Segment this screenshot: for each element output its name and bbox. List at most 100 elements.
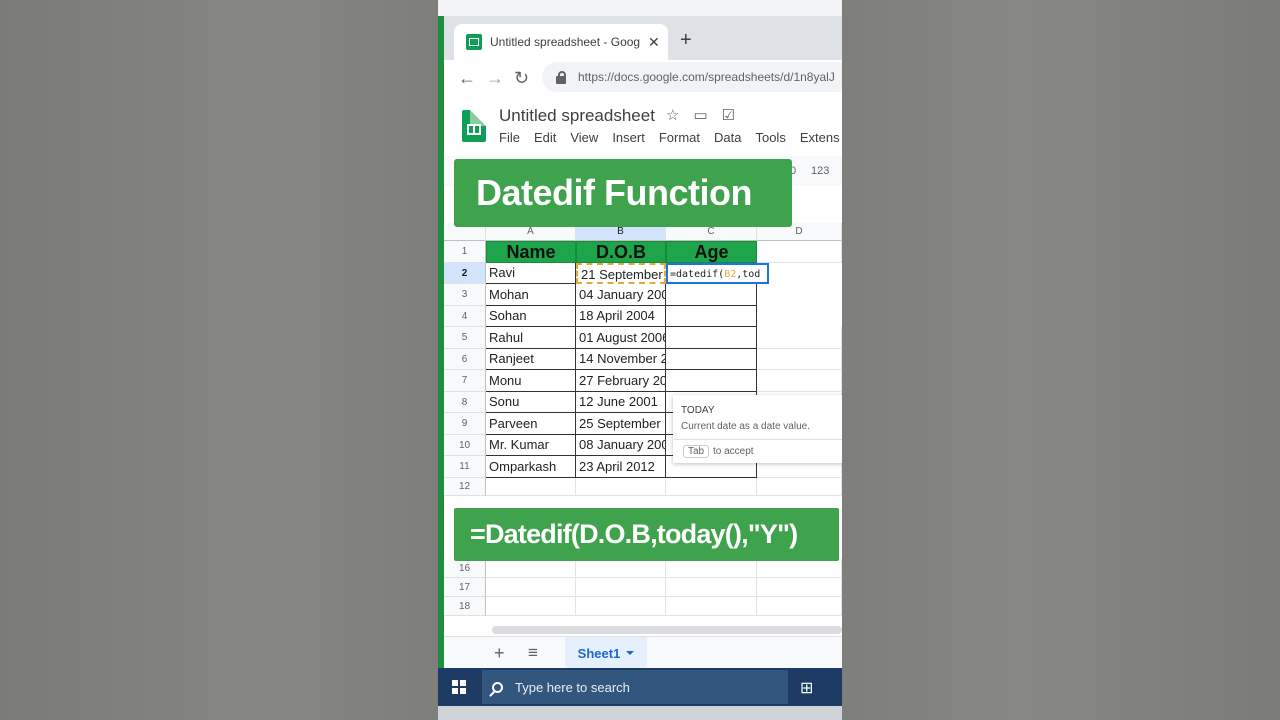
row-header[interactable]: 18 — [444, 597, 486, 616]
table-cell-name[interactable]: Rahul — [486, 327, 576, 349]
table-cell[interactable] — [486, 559, 576, 578]
formula-banner: =Datedif(D.O.B,today(),"Y") — [454, 508, 839, 561]
table-cell-age[interactable] — [666, 284, 757, 306]
reload-icon[interactable]: ↻ — [514, 66, 529, 90]
table-cell[interactable] — [757, 559, 842, 578]
row-header[interactable]: 16 — [444, 559, 486, 578]
table-cell[interactable] — [757, 578, 842, 597]
menu-insert[interactable]: Insert — [612, 130, 645, 145]
star-icon[interactable]: ☆ — [666, 106, 679, 124]
row-header[interactable]: 4 — [444, 306, 486, 327]
table-cell-dob[interactable]: 12 June 2001 — [576, 392, 666, 413]
table-cell[interactable] — [757, 478, 842, 496]
table-cell-dob[interactable]: 14 November 2 — [576, 349, 666, 370]
table-cell[interactable] — [666, 578, 757, 597]
all-sheets-button[interactable]: ≡ — [528, 643, 538, 663]
menu-format[interactable]: Format — [659, 130, 700, 145]
table-cell-dob[interactable]: 01 August 2006 — [576, 327, 666, 349]
row-header[interactable]: 6 — [444, 349, 486, 370]
row-header[interactable]: 8 — [444, 392, 486, 413]
sheet-menu-caret-icon[interactable] — [626, 651, 635, 655]
add-sheet-button[interactable]: + — [494, 643, 505, 664]
menu-file[interactable]: File — [499, 130, 520, 145]
active-cell-editor[interactable]: =datedif(B2,tod — [666, 263, 769, 284]
row-header[interactable]: 11 — [444, 456, 486, 478]
table-cell[interactable] — [757, 241, 842, 263]
menu-tools[interactable]: Tools — [755, 130, 785, 145]
table-cell-dob[interactable]: 21 September — [576, 263, 666, 284]
title-actions: ☆ ▭ ☑ — [666, 106, 735, 124]
sheet-tab-sheet1[interactable]: Sheet1 — [565, 637, 647, 669]
table-cell-name[interactable]: Monu — [486, 370, 576, 392]
move-folder-icon[interactable]: ▭ — [693, 106, 707, 124]
table-cell-name[interactable]: Mr. Kumar — [486, 435, 576, 456]
autocomplete-popup[interactable]: TODAY Current date as a date value. Tab … — [673, 395, 842, 463]
table-header-cell[interactable]: Age — [666, 241, 757, 263]
table-cell[interactable] — [486, 597, 576, 616]
task-view-icon[interactable]: ⊞ — [800, 678, 813, 698]
forward-arrow-icon[interactable]: → — [486, 66, 504, 90]
cloud-status-icon[interactable]: ☑ — [722, 106, 735, 124]
table-cell[interactable] — [757, 349, 842, 370]
close-tab-icon[interactable]: ✕ — [648, 34, 660, 51]
table-cell[interactable] — [576, 559, 666, 578]
row-header[interactable]: 3 — [444, 284, 486, 306]
menu-data[interactable]: Data — [714, 130, 741, 145]
table-cell-name[interactable]: Sohan — [486, 306, 576, 327]
menu-view[interactable]: View — [570, 130, 598, 145]
table-cell-age[interactable] — [666, 327, 757, 349]
sheet-tabs-bar: + ≡ Sheet1 — [444, 636, 842, 671]
menu-extensions[interactable]: Extens — [800, 130, 840, 145]
table-cell[interactable] — [757, 370, 842, 392]
table-cell[interactable] — [576, 597, 666, 616]
table-cell[interactable] — [576, 578, 666, 597]
taskbar-search[interactable]: Type here to search — [482, 670, 788, 704]
table-cell-name[interactable]: Sonu — [486, 392, 576, 413]
table-cell[interactable] — [486, 478, 576, 496]
table-cell-age[interactable] — [666, 370, 757, 392]
table-cell-dob[interactable]: 25 September 2 — [576, 413, 666, 435]
autocomplete-divider — [673, 439, 842, 440]
table-cell[interactable] — [666, 559, 757, 578]
browser-tab[interactable]: Untitled spreadsheet - Google S ✕ — [454, 24, 668, 60]
new-tab-button[interactable]: + — [680, 30, 692, 50]
row-header[interactable]: 9 — [444, 413, 486, 435]
menu-edit[interactable]: Edit — [534, 130, 556, 145]
title-banner-text: Datedif Function — [476, 172, 752, 213]
row-header[interactable]: 5 — [444, 327, 486, 349]
row-header[interactable]: 2 — [444, 263, 486, 284]
row-header[interactable]: 10 — [444, 435, 486, 456]
table-cell[interactable] — [757, 327, 842, 349]
table-cell-name[interactable]: Ranjeet — [486, 349, 576, 370]
table-cell-name[interactable]: Parveen — [486, 413, 576, 435]
table-header-cell[interactable]: D.O.B — [576, 241, 666, 263]
table-cell-dob[interactable]: 18 April 2004 — [576, 306, 666, 327]
back-arrow-icon[interactable]: ← — [458, 66, 476, 90]
table-cell-dob[interactable]: 23 April 2012 — [576, 456, 666, 478]
table-cell-dob[interactable]: 08 January 200 — [576, 435, 666, 456]
row-header[interactable]: 7 — [444, 370, 486, 392]
table-cell[interactable] — [666, 478, 757, 496]
table-cell-dob[interactable]: 04 January 200 — [576, 284, 666, 306]
document-title[interactable]: Untitled spreadsheet — [499, 106, 655, 126]
table-cell[interactable] — [757, 597, 842, 616]
table-cell-age[interactable] — [666, 349, 757, 370]
sheets-logo-icon[interactable] — [462, 110, 486, 142]
row-header[interactable]: 12 — [444, 478, 486, 496]
number-format-button[interactable]: 123 — [811, 165, 829, 177]
table-cell-age[interactable] — [666, 306, 757, 327]
table-cell-name[interactable]: Omparkash — [486, 456, 576, 478]
table-header-cell[interactable]: Name — [486, 241, 576, 263]
table-cell[interactable] — [666, 597, 757, 616]
table-cell-name[interactable]: Mohan — [486, 284, 576, 306]
horizontal-scrollbar[interactable] — [492, 626, 842, 634]
address-bar[interactable]: https://docs.google.com/spreadsheets/d/1… — [542, 62, 842, 92]
tab-key-hint: Tab — [683, 445, 710, 458]
table-cell-name[interactable]: Ravi — [486, 263, 576, 284]
row-header[interactable]: 17 — [444, 578, 486, 597]
windows-start-icon[interactable] — [452, 680, 466, 694]
row-header[interactable]: 1 — [444, 241, 486, 263]
table-cell[interactable] — [486, 578, 576, 597]
table-cell-dob[interactable]: 27 February 20 — [576, 370, 666, 392]
table-cell[interactable] — [576, 478, 666, 496]
